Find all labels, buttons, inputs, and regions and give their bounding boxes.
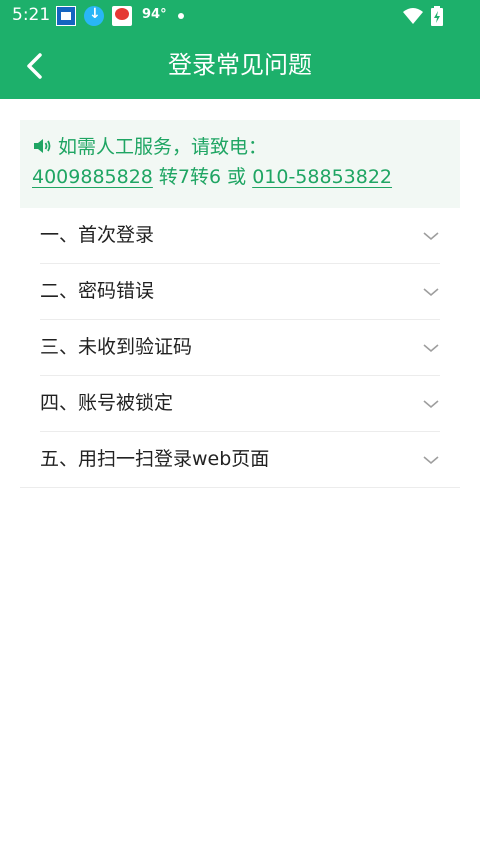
- speaker-icon: [34, 138, 51, 153]
- faq-item-no-verification-code[interactable]: 三、未收到验证码: [40, 320, 440, 376]
- faq-list: 一、首次登录 二、密码错误 三、未收到验证码 四、账号被锁定 五、用扫一扫登录w…: [20, 208, 460, 488]
- page-title: 登录常见问题: [168, 51, 312, 79]
- phone-link-primary[interactable]: 4009885828: [32, 166, 153, 188]
- faq-item-scan-login-web[interactable]: 五、用扫一扫登录web页面: [20, 432, 460, 488]
- notification-app-icon: [56, 6, 76, 26]
- notice-extension-text: 转7转6 或: [152, 166, 253, 188]
- faq-item-label: 五、用扫一扫登录web页面: [40, 448, 270, 470]
- faq-item-account-locked[interactable]: 四、账号被锁定: [40, 376, 440, 432]
- chevron-down-icon: [423, 232, 439, 241]
- faq-item-wrong-password[interactable]: 二、密码错误: [40, 264, 440, 320]
- chevron-down-icon: [423, 400, 439, 409]
- app-bar: 登录常见问题: [0, 32, 480, 99]
- phone-link-secondary[interactable]: 010-58853822: [252, 166, 392, 188]
- faq-item-label: 一、首次登录: [40, 224, 155, 246]
- notification-app-icon-red: [112, 6, 132, 26]
- status-temperature: 94°: [142, 7, 167, 22]
- faq-item-label: 四、账号被锁定: [40, 392, 174, 414]
- status-bar: 5:21 94°: [0, 0, 480, 32]
- faq-item-first-login[interactable]: 一、首次登录: [40, 208, 440, 264]
- chevron-down-icon: [423, 288, 439, 297]
- faq-item-label: 三、未收到验证码: [40, 336, 193, 358]
- chevron-down-icon: [423, 456, 439, 465]
- status-time: 5:21: [12, 5, 51, 25]
- more-notifications-dot-icon: [178, 13, 184, 19]
- battery-charging-icon: [431, 6, 443, 26]
- download-notification-icon: [84, 6, 104, 26]
- notice-text: 如需人工服务，请致电：: [58, 136, 268, 158]
- chevron-down-icon: [423, 344, 439, 353]
- wifi-icon: [403, 8, 423, 24]
- faq-item-label: 二、密码错误: [40, 280, 155, 302]
- service-notice: 如需人工服务，请致电： 4009885828 转7转6 或 010-588538…: [20, 120, 460, 208]
